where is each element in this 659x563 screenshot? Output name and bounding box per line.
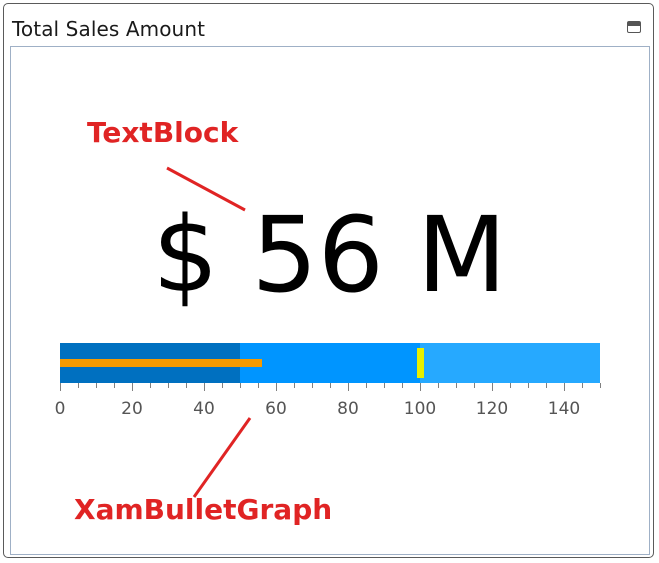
minor-tick [312,383,313,388]
minor-tick [240,383,241,388]
minor-tick [330,383,331,388]
tick-label: 60 [265,399,287,419]
minor-tick [474,383,475,388]
minor-tick [384,383,385,388]
minor-tick [456,383,457,388]
minor-tick [366,383,367,388]
minor-tick [258,383,259,388]
minor-tick [510,383,511,388]
major-tick [204,383,205,391]
major-tick [492,383,493,391]
major-tick [348,383,349,391]
major-tick [564,383,565,391]
minor-tick [186,383,187,388]
minor-tick [582,383,583,388]
minor-tick [96,383,97,388]
minor-tick [114,383,115,388]
tick-label: 20 [121,399,143,419]
minor-tick [546,383,547,388]
major-tick [276,383,277,391]
bullet-range-1 [240,343,420,383]
minor-tick [438,383,439,388]
major-tick [132,383,133,391]
tick-label: 40 [193,399,215,419]
textblock-annotation: TextBlock [87,116,239,149]
tick-label: 80 [337,399,359,419]
tick-label: 120 [475,399,509,419]
minor-tick [600,383,601,388]
sales-value-textblock: $ 56 M [152,194,507,316]
minor-tick [222,383,223,388]
major-tick [420,383,421,391]
minor-tick [150,383,151,388]
panel-title: Total Sales Amount [12,17,206,41]
tick-label: 100 [403,399,437,419]
tick-label: 0 [54,399,66,419]
minor-tick [78,383,79,388]
minor-tick [294,383,295,388]
bullet-value-bar [60,359,262,367]
tick-label: 140 [547,399,581,419]
bulletgraph-annotation: XamBulletGraph [74,493,333,526]
minor-tick [528,383,529,388]
minor-tick [402,383,403,388]
bullet-target-marker [417,348,424,378]
major-tick [60,383,61,391]
bullet-graph-scale: 0 20 40 60 80 100 120 140 [55,383,601,423]
window-maximize-icon[interactable] [627,21,641,33]
minor-tick [168,383,169,388]
bullet-range-2 [420,343,600,383]
bullet-graph [60,343,600,383]
